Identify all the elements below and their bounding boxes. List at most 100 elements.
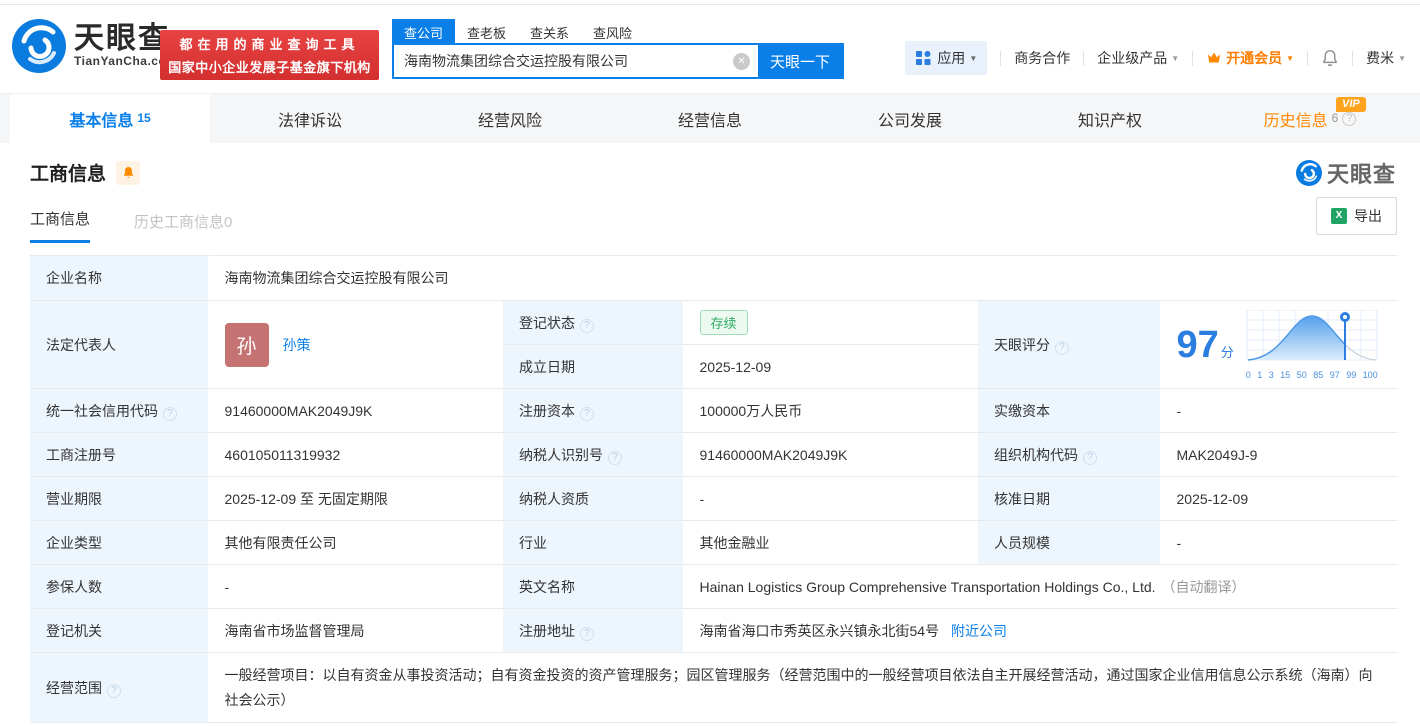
search-tab-relation[interactable]: 查关系 [518,19,581,43]
value-establish-date: 2025-12-09 [683,344,978,389]
label-taxpayer-id: 纳税人识别号 [503,432,684,477]
label-paid-capital: 实缴资本 [978,388,1161,433]
legal-representative-link[interactable]: 孙策 [283,335,311,355]
value-registration-status: 存续 [683,300,978,345]
avatar[interactable]: 孙 [224,322,269,367]
label-taxpayer-quality: 纳税人资质 [503,476,684,521]
table-row: 经营范围 一般经营项目：以自有资金从事投资活动；自有资金投资的资产管理服务；园区… [30,652,1398,723]
value-insured-count: - [208,564,503,609]
help-icon[interactable] [608,450,622,465]
table-row: 参保人数 - 英文名称 Hainan Logistics Group Compr… [30,564,1398,609]
chevron-down-icon: ▼ [1398,53,1406,63]
business-info-table: 企业名称 海南物流集团综合交运控股有限公司 法定代表人 孙 孙策 登记状态 存续… [30,255,1398,723]
chevron-down-icon: ▼ [969,53,978,63]
label-credit-code: 统一社会信用代码 [30,388,209,433]
help-icon[interactable] [580,626,594,641]
help-icon[interactable] [1055,340,1069,355]
value-approval-date: 2025-12-09 [1160,476,1398,521]
tab-company-development[interactable]: 公司发展 [810,94,1010,143]
watermark-logo-icon [1295,160,1322,186]
label-establish-date: 成立日期 [503,344,684,389]
label-approval-date: 核准日期 [978,476,1161,521]
value-registration-authority: 海南省市场监督管理局 [208,608,503,653]
open-vip-button[interactable]: 开通会员 ▼ [1206,48,1294,68]
tab-count: 6 [1331,110,1339,125]
monitor-bell-icon[interactable] [116,160,141,185]
vip-label: 开通会员 [1226,50,1283,66]
value-registered-capital: 100000万人民币 [683,388,978,433]
score-tick: 85 [1313,369,1324,380]
help-icon[interactable] [107,683,121,698]
value-english-name: Hainan Logistics Group Comprehensive Tra… [683,564,1398,609]
tab-label: 知识产权 [1077,112,1142,130]
label-registration-number: 工商注册号 [30,432,209,477]
notification-bell-icon[interactable] [1321,49,1339,67]
label-registration-status: 登记状态 [503,300,684,345]
value-industry: 其他金融业 [683,520,978,565]
subtab-label: 历史工商信息 [134,214,225,231]
subtab-history-business-info[interactable]: 历史工商信息0 [134,211,232,243]
nav-enterprise-products[interactable]: 企业级产品 ▼ [1097,48,1179,68]
help-icon[interactable] [580,318,594,333]
search-area: 查公司 查老板 查关系 查风险 ✕ 天眼一下 [392,19,844,79]
apps-menu[interactable]: 应用 ▼ [905,41,988,75]
help-icon[interactable] [163,406,177,421]
chevron-down-icon: ▼ [1171,53,1180,63]
score-tick: 3 [1268,369,1274,380]
table-row: 企业类型 其他有限责任公司 行业 其他金融业 人员规模 - [30,520,1398,565]
table-row: 登记机关 海南省市场监督管理局 注册地址 海南省海口市秀英区永兴镇永北街54号 … [30,608,1398,653]
subtab-count: 0 [224,214,233,231]
clear-icon[interactable]: ✕ [733,52,750,70]
slogan-line1: 都在用的商业查询工具 [179,37,360,52]
tab-business-info[interactable]: 经营信息 [610,94,810,143]
subtab-business-info[interactable]: 工商信息 [30,208,91,243]
help-icon[interactable] [580,406,594,421]
tab-intellectual-property[interactable]: 知识产权 [1010,94,1210,143]
score-unit: 分 [1220,344,1234,360]
search-tab-company[interactable]: 查公司 [392,19,456,43]
header: 天眼查 TianYanCha.com 都在用的商业查询工具 国家中小企业发展子基… [0,5,1420,93]
help-icon[interactable] [1083,450,1097,465]
score-number: 97 [1176,323,1219,366]
company-nav-tabs: 基本信息 15 法律诉讼 经营风险 经营信息 公司发展 知识产权 VIP 历史信… [0,93,1420,143]
status-badge: 存续 [699,310,748,335]
help-icon[interactable] [1342,111,1357,126]
user-menu[interactable]: 费米 ▼ [1366,48,1406,68]
divider [1307,50,1309,66]
watermark-text: 天眼查 [1326,162,1396,187]
value-registered-address: 海南省海口市秀英区永兴镇永北街54号 附近公司 [683,608,1398,653]
table-row: 企业名称 海南物流集团综合交运控股有限公司 [30,255,1398,301]
tab-history-info[interactable]: VIP 历史信息 6 [1210,94,1410,143]
section-header: 工商信息 天眼查 工商信息 历史工商信息0 导出 [0,143,1420,243]
search-input[interactable] [394,45,733,77]
search-tab-boss[interactable]: 查老板 [455,19,518,43]
tianyancha-logo[interactable]: 天眼查 TianYanCha.com [12,19,177,73]
value-legal-representative: 孙 孙策 [208,300,503,389]
label-company-name: 企业名称 [30,255,209,301]
export-button[interactable]: 导出 [1316,197,1397,235]
score-tick: 1 [1257,369,1263,380]
search-tab-risk[interactable]: 查风险 [581,19,644,43]
tab-business-risk[interactable]: 经营风险 [410,94,610,143]
nav-cooperation[interactable]: 商务合作 [1014,48,1070,68]
label-tyc-score: 天眼评分 [978,300,1161,389]
watermark-logo: 天眼查 [1295,157,1396,189]
score-value: 97 分 [1177,326,1234,364]
label-org-code: 组织机构代码 [978,432,1161,477]
label-business-term: 营业期限 [30,476,209,521]
score-tick: 99 [1346,369,1357,380]
score-tick: 97 [1329,369,1340,380]
tab-basic-info[interactable]: 基本信息 15 [10,94,210,143]
tianyancha-logo-icon [12,19,66,73]
divider [1083,50,1085,66]
search-box: ✕ 天眼一下 [392,43,844,79]
value-tyc-score: 97 分 0 1 3 15 50 85 97 99 100 [1160,300,1398,389]
nearby-companies-link[interactable]: 附近公司 [951,623,1007,639]
tab-count: 15 [137,110,151,125]
search-button[interactable]: 天眼一下 [758,45,842,77]
slogan-line2: 国家中小企业发展子基金旗下机构 [168,60,371,75]
apps-grid-icon [916,51,931,65]
divider [1352,50,1354,66]
tab-legal-proceedings[interactable]: 法律诉讼 [210,94,410,143]
score-tick: 50 [1296,369,1307,380]
